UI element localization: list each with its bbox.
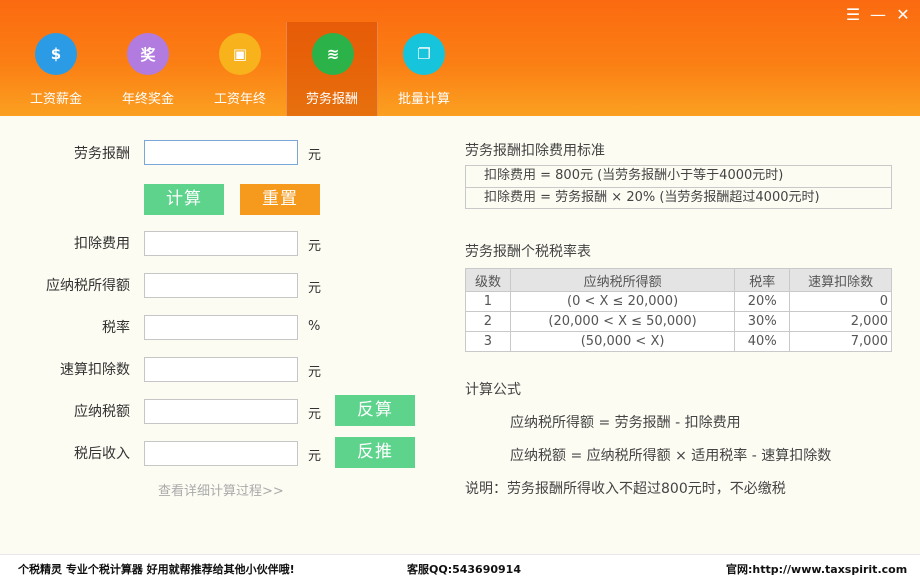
after-tax-input[interactable] (144, 441, 298, 466)
deduction-unit: 元 (308, 239, 322, 254)
tab-label: 工资年终 (213, 92, 266, 107)
deduction-input[interactable] (144, 231, 298, 256)
tab-bonus[interactable]: 奖年终奖金 (102, 22, 194, 116)
header-taxable-income: 应纳税所得额 (509, 268, 736, 292)
cell-range: (0 < X ≤ 20,000) (509, 291, 736, 312)
batch-icon: ❐ (403, 33, 445, 75)
table-row: 1 (0 < X ≤ 20,000) 20% 0 (465, 291, 892, 312)
cell-range: (50,000 < X) (509, 331, 736, 352)
deduction-standard-box: 扣除费用 = 800元 (当劳务报酬小于等于4000元时) 扣除费用 = 劳务报… (465, 165, 892, 209)
menu-icon[interactable]: ☰ (842, 4, 864, 26)
note-text: 说明：劳务报酬所得收入不超过800元时，不必缴税 (465, 481, 786, 497)
cell-level: 2 (465, 311, 511, 332)
footer-website[interactable]: 官网:http://www.taxspirit.com (726, 561, 907, 577)
tax-rate-table: 级数 应纳税所得额 税率 速算扣除数 1 (0 < X ≤ 20,000) 20… (465, 268, 892, 352)
calculate-button[interactable]: 计算 (144, 184, 224, 215)
tab-label: 年终奖金 (121, 92, 174, 107)
header-bar: ☰ — ✕ $ 工资薪金 奖年终奖金 ▣ 工资年终 ≋ 劳务报酬 ❐ 批量计算 (0, 0, 920, 116)
income-unit: 元 (308, 148, 322, 163)
cell-rate: 20% (734, 291, 791, 312)
taxable-income-unit: 元 (308, 281, 322, 296)
income-input[interactable] (144, 140, 298, 165)
tax-rate-unit: % (308, 319, 321, 334)
table-row: 2 (20,000 < X ≤ 50,000) 30% 2,000 (465, 311, 892, 332)
formula-taxable-income: 应纳税所得额 = 劳务报酬 - 扣除费用 (510, 415, 741, 431)
table-row: 3 (50,000 < X) 40% 7,000 (465, 331, 892, 352)
header-rate: 税率 (734, 268, 791, 292)
deduction-label: 扣除费用 (74, 236, 130, 252)
reverse-push-button[interactable]: 反推 (335, 437, 415, 468)
cell-rate: 40% (734, 331, 791, 352)
reverse-calc-button[interactable]: 反算 (335, 395, 415, 426)
tax-payable-label: 应纳税额 (74, 404, 130, 420)
formula-tax-payable: 应纳税额 = 应纳税所得额 × 适用税率 - 速算扣除数 (510, 448, 832, 464)
deduction-standard-row: 扣除费用 = 800元 (当劳务报酬小于等于4000元时) (484, 168, 784, 183)
tab-wallet[interactable]: ▣ 工资年终 (194, 22, 286, 116)
bonus-icon: 奖 (127, 33, 169, 75)
quick-deduction-unit: 元 (308, 365, 322, 380)
cell-quick-deduction: 2,000 (789, 311, 892, 332)
reset-button[interactable]: 重置 (240, 184, 320, 215)
tax-payable-unit: 元 (308, 407, 322, 422)
quick-deduction-input[interactable] (144, 357, 298, 382)
rate-table-title: 劳务报酬个税税率表 (465, 244, 591, 260)
money-bag-icon: $ (35, 33, 77, 75)
tab-label: 批量计算 (397, 92, 450, 107)
footer-qq[interactable]: 客服QQ:543690914 (407, 561, 521, 577)
deduction-standard-title: 劳务报酬扣除费用标准 (465, 143, 605, 159)
deduction-standard-row: 扣除费用 = 劳务报酬 × 20% (当劳务报酬超过4000元时) (466, 187, 891, 208)
after-tax-unit: 元 (308, 449, 322, 464)
taxable-income-label: 应纳税所得额 (46, 278, 130, 294)
footer-slogan: 个税精灵 专业个税计算器 好用就帮推荐给其他小伙伴哦! (18, 563, 295, 576)
wallet-icon: ▣ (219, 33, 261, 75)
formula-title: 计算公式 (465, 382, 521, 398)
cell-level: 3 (465, 331, 511, 352)
tax-rate-input[interactable] (144, 315, 298, 340)
cell-range: (20,000 < X ≤ 50,000) (509, 311, 736, 332)
income-label: 劳务报酬 (74, 146, 130, 162)
quick-deduction-label: 速算扣除数 (60, 362, 130, 378)
cell-level: 1 (465, 291, 511, 312)
taxable-income-input[interactable] (144, 273, 298, 298)
detail-calc-link[interactable]: 查看详细计算过程>> (158, 480, 284, 499)
minimize-icon[interactable]: — (867, 4, 889, 26)
header-quick-deduction: 速算扣除数 (789, 268, 892, 292)
tax-payable-input[interactable] (144, 399, 298, 424)
tab-money-bag[interactable]: $ 工资薪金 (10, 22, 102, 116)
cell-quick-deduction: 7,000 (789, 331, 892, 352)
tab-label: 工资薪金 (29, 92, 82, 107)
header-level: 级数 (465, 268, 511, 292)
cell-rate: 30% (734, 311, 791, 332)
table-header-row: 级数 应纳税所得额 税率 速算扣除数 (465, 268, 892, 292)
tab-coins[interactable]: ≋ 劳务报酬 (286, 22, 378, 116)
tab-batch[interactable]: ❐ 批量计算 (378, 22, 470, 116)
cell-quick-deduction: 0 (789, 291, 892, 312)
coins-icon: ≋ (312, 33, 354, 75)
tax-rate-label: 税率 (102, 320, 130, 336)
close-icon[interactable]: ✕ (892, 4, 914, 26)
tab-label: 劳务报酬 (305, 92, 358, 107)
after-tax-label: 税后收入 (74, 446, 130, 462)
status-bar: 个税精灵 专业个税计算器 好用就帮推荐给其他小伙伴哦! 客服QQ:5436909… (0, 554, 920, 580)
tab-bar: $ 工资薪金 奖年终奖金 ▣ 工资年终 ≋ 劳务报酬 ❐ 批量计算 (10, 22, 470, 116)
